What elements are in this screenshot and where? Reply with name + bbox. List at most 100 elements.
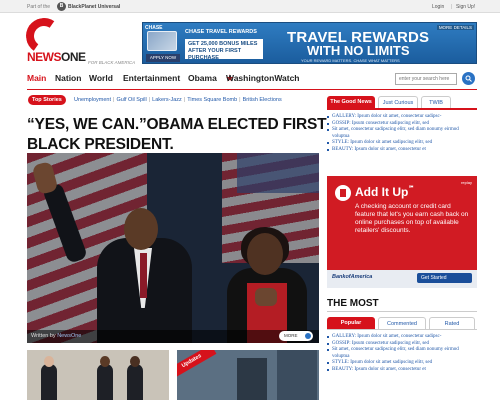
side-ad-title: Add It Up℠ [355, 185, 414, 199]
updates-ribbon: Updates [177, 350, 217, 379]
list-item[interactable]: GALLERY: Ipsum dolor sit amet, consectet… [327, 334, 477, 341]
story-thumbnail[interactable] [27, 350, 169, 400]
list-item-category: GOSSIP: [332, 340, 351, 346]
divider: | [148, 97, 151, 103]
list-item[interactable]: GALLERY: Ipsum dolor sit amet, consectet… [327, 114, 477, 121]
utility-bar: Part of the B BlackPlanet Universal Logi… [0, 0, 500, 13]
nav-obama[interactable]: Obama [188, 73, 217, 83]
nav-world[interactable]: World [89, 73, 113, 83]
logo-one: ONE [61, 50, 86, 64]
list-item[interactable]: STYLE: Ipsum dolor sit amet sadipscing e… [327, 360, 477, 367]
list-item-text: Ipsum consectetur sadipscing elitr, sed [351, 120, 430, 126]
list-item-text: Ipsum consectetur sadipscing elitr, sed [351, 340, 430, 346]
tab-just-curious[interactable]: Just Curious [378, 96, 418, 108]
side-ad[interactable]: Add It Up℠ replay A checking account or … [327, 176, 477, 288]
nav-nation[interactable]: Nation [55, 73, 81, 83]
tab-twib[interactable]: TWIB [421, 96, 451, 108]
more-button[interactable]: MORE [279, 331, 313, 341]
list-item[interactable]: GOSSIP: Ipsum consectetur sadipscing eli… [327, 341, 477, 348]
list-item[interactable]: Sit amet, consectetur sadipscing elitr, … [327, 347, 477, 360]
list-item-text: Ipsum dolor sit amet, consectetur sadips… [357, 334, 442, 339]
ad-fine-print: YOUR REWARD MATTERS. CHASE WHAT MATTERS [301, 58, 400, 63]
side-ad-tm: ℠ [408, 186, 415, 192]
list-item[interactable]: BEAUTY: Ipsum dolor sit amet, consectetu… [327, 367, 477, 374]
figure-person [41, 364, 57, 400]
list-item-category: BEAUTY: [332, 366, 354, 372]
search-button[interactable] [462, 72, 475, 85]
tab-the-good-news[interactable]: The Good News [327, 96, 375, 108]
tab-commented[interactable]: Commented [378, 317, 426, 329]
list-item[interactable]: BEAUTY: Ipsum dolor sit amet, consectetu… [327, 147, 477, 154]
side-ad-body: A checking account or credit card featur… [355, 203, 469, 234]
story-link-british-elections[interactable]: British Elections [243, 97, 282, 103]
section-divider [327, 311, 477, 312]
caption-author-link[interactable]: NewsOne [57, 333, 81, 339]
building-graphic [237, 358, 267, 400]
nav-washingtonwatch-label: WashingtonWatch [226, 73, 300, 83]
hero-photo[interactable]: Written by NewsOne MORE [27, 153, 319, 343]
more-label: MORE [284, 333, 298, 338]
figure-head [247, 233, 283, 275]
top-stories-label: Top Stories [28, 95, 66, 105]
part-of-text: Part of the [27, 4, 51, 10]
logo-news: NEWS [27, 50, 62, 64]
story-thumbnail[interactable]: Updates [177, 350, 319, 400]
divider: | [113, 97, 115, 103]
search-input[interactable] [395, 73, 457, 85]
ad-offer-title: CHASE TRAVEL REWARDS [185, 29, 257, 35]
list-item-category: STYLE: [332, 360, 349, 366]
list-item[interactable]: GOSSIP: Ipsum consectetur sadipscing eli… [327, 121, 477, 128]
replay-link[interactable]: replay [461, 180, 472, 185]
list-item-text: Ipsum dolor sit amet sadipscing elitr, s… [350, 140, 433, 146]
list-item[interactable]: Sit amet, consectetur sadipscing elitr, … [327, 127, 477, 140]
list-item-category: GALLERY: [332, 114, 356, 119]
nav-entertainment[interactable]: Entertainment [123, 73, 180, 83]
figure-tie [140, 253, 147, 298]
figure-head [130, 356, 140, 367]
tabs-divider [327, 329, 477, 330]
most-list: GALLERY: Ipsum dolor sit amet, consectet… [327, 334, 477, 374]
story-link-lakers-jazz[interactable]: Lakers-Jazz [152, 97, 182, 103]
tab-rated[interactable]: Rated [429, 317, 475, 329]
side-ad-brand: BankofAmerica [332, 274, 373, 280]
ad-offer-text: GET 25,000 BONUS MILES AFTER YOUR FIRST … [185, 39, 263, 61]
blackplanet-logo-icon[interactable]: B [57, 2, 66, 11]
main-nav: Main Nation World Entertainment Obama ★ W… [27, 73, 447, 87]
tab-popular[interactable]: Popular [327, 317, 375, 329]
divider: | [451, 4, 453, 10]
list-item-category: STYLE: [332, 140, 349, 146]
story-link-unemployment[interactable]: Unemployment [74, 97, 111, 103]
list-item-text: Ipsum dolor sit amet, consectetur sadips… [357, 114, 442, 119]
list-item-category: GALLERY: [332, 334, 356, 339]
top-stories-links: Unemployment | Gulf Oil Spill | Lakers-Jazz |… [74, 97, 282, 103]
divider: | [183, 97, 186, 103]
bank-icon [335, 185, 351, 201]
divider: | [239, 97, 241, 103]
figure-person [97, 364, 113, 400]
the-most-title: THE MOST [327, 298, 379, 309]
credit-card-image [147, 31, 177, 51]
login-link[interactable]: Login [432, 4, 444, 10]
list-item-text: Ipsum dolor sit amet, consectetur et [354, 146, 426, 152]
search-icon [465, 75, 472, 82]
story-link-times-square[interactable]: Times Square Bomb [187, 97, 237, 103]
list-item-text: Ipsum dolor sit amet sadipscing elitr, s… [350, 360, 433, 366]
list-item[interactable]: STYLE: Ipsum dolor sit amet sadipscing e… [327, 140, 477, 147]
story-link-gulf-oil-spill[interactable]: Gulf Oil Spill [116, 97, 146, 103]
ad-more-details[interactable]: MORE DETAILS [436, 25, 474, 30]
site-logo[interactable]: NEWSONE [27, 50, 86, 64]
banner-ad[interactable]: CHASE MORE DETAILS APPLY NOW CHASE TRAVE… [142, 22, 477, 64]
figure-head [100, 356, 110, 367]
good-news-list: GALLERY: Ipsum dolor sit amet, consectet… [327, 114, 477, 154]
logo-tagline: FOR BLACK AMERICA [88, 60, 136, 65]
nav-divider [27, 89, 477, 90]
list-item-text: Ipsum dolor sit amet, consectetur et [354, 366, 426, 372]
signup-link[interactable]: Sign Up! [456, 4, 475, 10]
ad-headline-2: WITH NO LIMITS [307, 43, 410, 58]
figure-hands [255, 288, 277, 306]
nav-main[interactable]: Main [27, 73, 46, 83]
lead-headline[interactable]: “YES, WE CAN.”OBAMA ELECTED FIRST BLACK … [27, 115, 327, 155]
ad-apply-button[interactable]: APPLY NOW [146, 54, 180, 62]
get-started-button[interactable]: Get Started [417, 273, 472, 283]
blackplanet-link[interactable]: BlackPlanet Universal [68, 4, 120, 10]
